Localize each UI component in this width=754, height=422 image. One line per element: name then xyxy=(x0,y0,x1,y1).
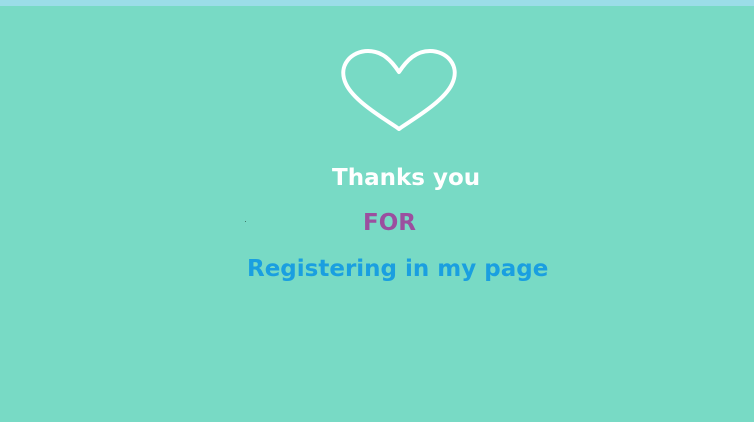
top-strip xyxy=(0,0,754,6)
for-text: FOR xyxy=(363,210,416,236)
registering-text: Registering in my page xyxy=(247,256,549,282)
thanks-text: Thanks you xyxy=(332,165,481,191)
heart-icon xyxy=(341,49,457,131)
small-dot-marker xyxy=(245,221,246,222)
